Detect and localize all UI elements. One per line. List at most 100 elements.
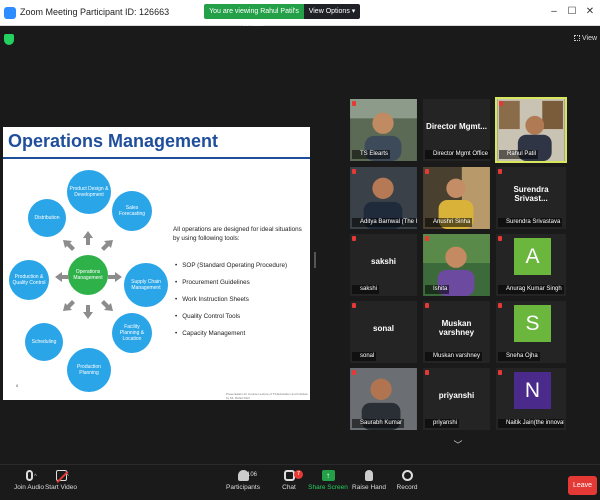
zoom-app-icon <box>4 7 16 19</box>
participant-name: Surendra Srivastava <box>498 218 563 227</box>
node-quality-control: Production & Quality Control <box>9 260 49 300</box>
participant-tile[interactable]: Muskan varshney Muskan varshney <box>422 300 491 364</box>
tool-item: Procurement Guidelines <box>175 274 287 291</box>
participant-display-name: priyanshi <box>438 390 475 400</box>
slide-footer: Presentation for Course Lecture of TS Ed… <box>226 392 308 400</box>
participant-name: Muskan varshney <box>425 352 483 361</box>
view-label: View <box>582 35 598 42</box>
participant-name: sakshi <box>352 285 380 294</box>
arrow-down-left <box>63 300 75 311</box>
view-options-button[interactable]: View Options ▾ <box>304 4 360 19</box>
participant-display-name: sonal <box>373 323 394 333</box>
participant-name: Anushri Sinha <box>425 218 473 227</box>
participant-name: Director Mgmt Office IT... <box>425 150 490 159</box>
node-distribution: Distribution <box>28 199 66 237</box>
participant-tile[interactable]: N Naitik Jain(the innovat... <box>495 367 567 431</box>
leave-button[interactable]: Leave <box>568 476 597 495</box>
muted-mic-icon <box>425 236 429 241</box>
participant-tile[interactable]: Anushri Sinha <box>422 166 491 230</box>
participant-tile[interactable]: Aditya Barnwal (The I... <box>349 166 418 230</box>
chevron-up-icon[interactable]: ^ <box>66 474 69 480</box>
video-off-icon <box>55 470 67 481</box>
participant-tile[interactable]: Saurabh Kumar <box>349 367 418 431</box>
node-product-design: Product Design & Development <box>67 170 111 214</box>
record-button[interactable]: Record <box>378 470 436 500</box>
start-video-label: Start Video <box>44 484 78 491</box>
participant-name: Aditya Barnwal (The I... <box>352 218 417 227</box>
participant-tile[interactable]: priyanshi priyanshi <box>422 367 491 431</box>
participant-name: Saurabh Kumar <box>352 419 405 428</box>
title-bar: Zoom Meeting Participant ID: 126663 You … <box>0 0 600 30</box>
view-layout-button[interactable]: View <box>574 35 597 42</box>
participants-label: Participants <box>226 484 260 491</box>
arrow-up-left <box>63 240 75 251</box>
participant-tile[interactable]: TS Elearts <box>349 98 418 162</box>
slide-title: Operations Management <box>8 131 219 151</box>
muted-mic-icon <box>425 370 429 375</box>
record-icon <box>401 470 413 481</box>
muted-mic-icon <box>498 236 502 241</box>
maximize-icon[interactable]: ☐ <box>566 6 578 18</box>
participant-tile[interactable]: S Sneha Ojha <box>495 300 567 364</box>
participant-name: Sneha Ojha <box>498 352 540 361</box>
arrow-up-right <box>101 240 113 251</box>
arrow-left <box>55 272 69 282</box>
muted-mic-icon <box>499 101 503 106</box>
arrow-down-right <box>101 300 113 311</box>
muted-mic-icon <box>352 169 356 174</box>
node-production-planning: Production Planning <box>67 348 111 392</box>
node-scheduling: Scheduling <box>25 323 63 361</box>
tools-list: SOP (Standard Operating Procedure) Procu… <box>175 257 287 342</box>
panel-splitter-handle[interactable] <box>314 252 316 268</box>
raise-hand-icon <box>365 470 373 481</box>
participant-tile[interactable]: Director Mgmt... Director Mgmt Office IT… <box>422 98 491 162</box>
shared-screen-slide: Operations Management Product Design & D… <box>3 127 310 400</box>
participants-count: 106 <box>247 472 258 478</box>
scroll-down-chevron-icon[interactable]: ﹀ <box>449 436 467 454</box>
node-facility-planning: Facility Planning & Location <box>112 313 152 353</box>
participant-tile[interactable]: sakshi sakshi <box>349 233 418 297</box>
participant-display-name: Muskan varshney <box>438 319 475 337</box>
tool-item: SOP (Standard Operating Procedure) <box>175 257 287 274</box>
participant-display-name: Director Mgmt... <box>426 121 487 131</box>
participant-name: TS Elearts <box>352 150 391 159</box>
muted-mic-icon <box>352 236 356 241</box>
minimize-icon[interactable]: – <box>548 6 560 18</box>
node-supply-chain: Supply Chain Management <box>124 263 168 307</box>
arrow-down <box>83 305 93 319</box>
active-speaker-tile[interactable]: Rahul Patil <box>495 97 567 163</box>
tool-item: Quality Control Tools <box>175 308 287 325</box>
participant-tile[interactable]: Surendra Srivast... Surendra Srivastava <box>495 166 567 230</box>
slide-page-number: 8 <box>16 383 19 388</box>
muted-mic-icon <box>352 370 356 375</box>
arrow-right <box>108 272 122 282</box>
participant-name: Rahul Patil <box>499 150 539 159</box>
window-title: Zoom Meeting Participant ID: 126663 <box>20 7 170 17</box>
tool-item: Capacity Management <box>175 325 287 342</box>
participant-tile[interactable]: sonal sonal <box>349 300 418 364</box>
node-operations-management: Operations Management <box>68 255 108 295</box>
encryption-shield-icon[interactable] <box>4 34 14 45</box>
muted-mic-icon <box>352 101 356 106</box>
participant-tile[interactable]: Ishita <box>422 233 491 297</box>
close-icon[interactable]: ✕ <box>584 6 596 18</box>
grid-icon <box>574 35 580 41</box>
viewing-screen-banner: You are viewing Rahul Patil's screen <box>204 4 304 30</box>
participant-tile[interactable]: A Anurag Kumar Singh <box>495 233 567 297</box>
participant-name: sonal <box>352 352 377 361</box>
chat-label: Chat <box>282 484 296 491</box>
start-video-button[interactable]: ^ Start Video <box>32 470 90 500</box>
muted-mic-icon <box>425 303 429 308</box>
participant-display-name: Surendra Srivast... <box>513 185 549 203</box>
arrow-up <box>83 231 93 245</box>
slide-intro-text: All operations are designed for ideal si… <box>173 226 302 243</box>
slide-title-rule <box>3 157 310 159</box>
muted-mic-icon <box>425 169 429 174</box>
participant-name: Naitik Jain(the innovat... <box>498 419 564 428</box>
muted-mic-icon <box>498 303 502 308</box>
participant-name: Anurag Kumar Singh <box>498 285 564 294</box>
muted-mic-icon <box>498 169 502 174</box>
share-screen-icon: ↑ <box>321 470 335 481</box>
node-sales-forecasting: Sales Forecasting <box>112 191 152 231</box>
participant-name: Ishita <box>425 285 450 294</box>
